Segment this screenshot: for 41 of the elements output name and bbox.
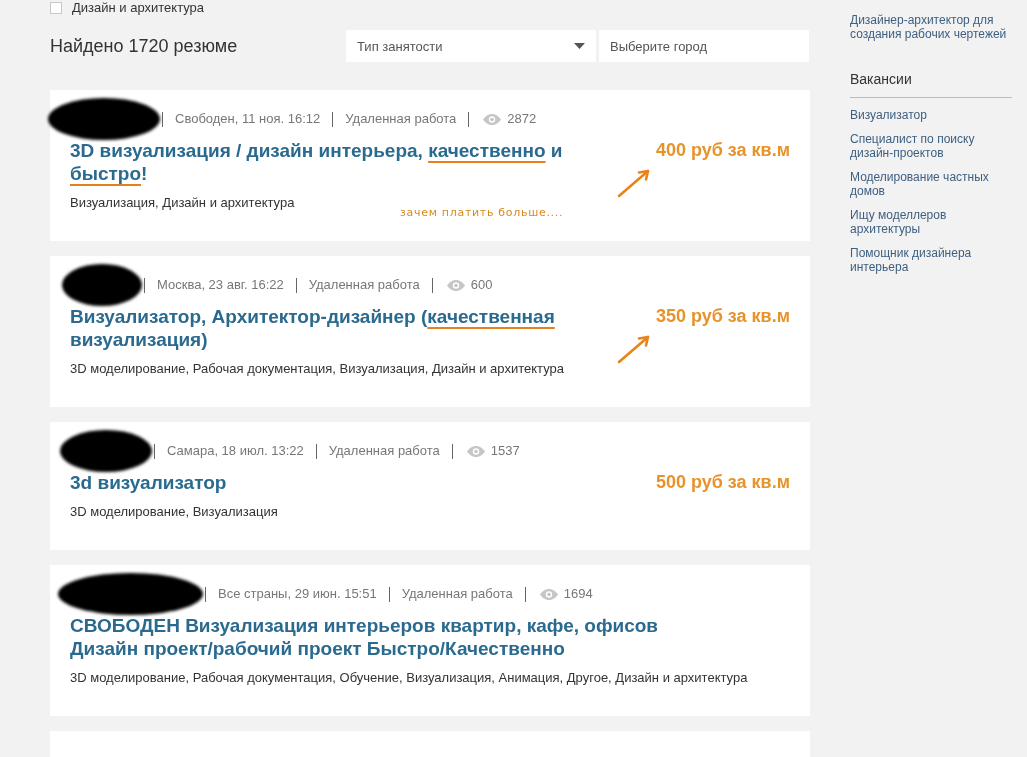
vacancy-link[interactable]: Специалист по поиску дизайн-проектов [850,132,1012,160]
vacancy-link[interactable]: Помощник дизайнера интерьера [850,246,1012,274]
resume-title-link[interactable]: Визуализатор, Архитектор-дизайнер (качественная визуализация) [70,305,630,353]
resume-categories: 3D моделирование, Визуализация [70,504,279,520]
work-type: Удаленная работа [401,586,513,602]
resume-title-link[interactable]: СВОБОДЕН Визуализация интерьеров квартир, кафе, офисов Дизайн проект/рабочий проект Быстро/Качественно [70,614,730,662]
employment-dropdown[interactable]: Тип занятости [346,30,596,62]
view-count: 600 [470,277,493,293]
work-type: Удаленная работа [328,443,440,459]
place-and-date: Все страны, 29 июн. 15:51 [218,586,377,602]
results-heading: Найдено 1720 резюме [50,35,239,57]
price-note: 350 руб за кв.м [655,305,790,328]
resume-categories: 3D моделирование, Рабочая документация, Визуализация, Дизайн и архитектура [70,361,565,377]
place-and-date: Свободен, 11 ноя. 16:12 [175,111,321,127]
eye-icon [539,588,558,600]
eye-icon [446,279,465,291]
view-count: 1694 [563,586,593,602]
work-type: Удаленная работа [345,111,457,127]
resume-categories: Визуализация, Дизайн и архитектура [70,195,296,211]
eye-icon [466,445,485,457]
place-and-date: Москва, 23 авг. 16:22 [157,277,284,293]
vacancy-link[interactable]: Визуализатор [850,108,1012,122]
caret-icon [574,43,585,49]
vacancy-link[interactable]: Ищу моделлеров архитектуры [850,208,1012,236]
price-note: 400 руб за кв.м [655,139,790,162]
place-and-date: Самара, 18 июл. 13:22 [167,443,304,459]
annotation-note: зачем платить больше.... [400,206,564,219]
vacancies-heading: Вакансии [850,71,1012,98]
view-count: 1537 [490,443,520,459]
checkbox[interactable] [50,1,62,14]
sidebar-link[interactable]: Дизайнер-архитектор для создания рабочих чертежей [850,13,1012,41]
view-count: 2872 [507,111,537,127]
price-note: 500 руб за кв.м [655,471,790,494]
checkbox-label: Дизайн и архитектура [72,0,205,15]
vacancy-link[interactable]: Моделирование частных домов [850,170,1012,198]
resume-categories: 3D моделирование, Рабочая документация, Обучение, Визуализация, Анимация, Другое, Дизайн и архитектура [70,670,749,686]
resume-title-link[interactable]: 3d визуализатор [70,471,227,496]
resume-title-link[interactable]: 3D визуализация / дизайн интерьера, качественно и быстро! [70,139,630,187]
city-field[interactable]: Выберите город [599,30,809,62]
work-type: Удаленная работа [308,277,420,293]
eye-icon [483,113,502,125]
